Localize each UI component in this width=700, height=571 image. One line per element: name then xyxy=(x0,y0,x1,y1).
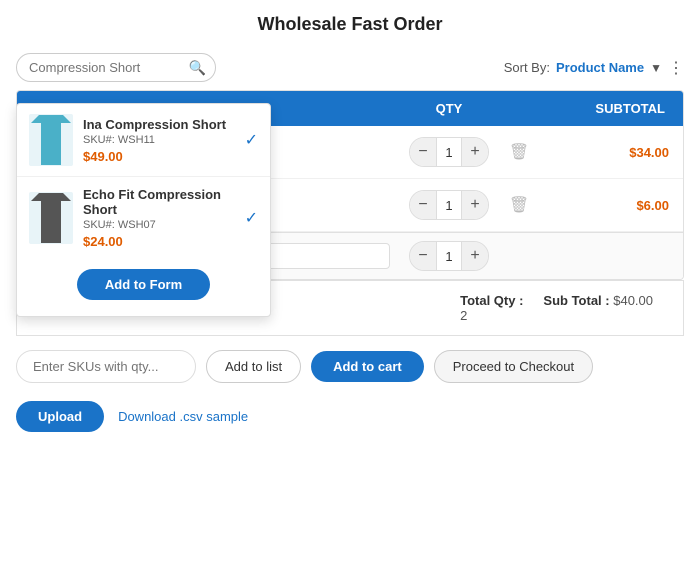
dropdown-check-ina: ✓ xyxy=(245,130,258,150)
dropdown-check-echo: ✓ xyxy=(245,208,258,228)
subtotal-label: Sub Total : xyxy=(543,293,609,308)
dropdown-item-name-ina: Ina Compression Short xyxy=(83,117,235,132)
qty-decrease-1[interactable]: − xyxy=(410,138,436,166)
search-icon: 🔍 xyxy=(189,59,206,76)
qty-value-new: 1 xyxy=(436,242,462,270)
dropdown-item-ina[interactable]: Ina Compression Short SKU#: WSH11 $49.00… xyxy=(17,104,270,177)
dropdown-item-info-ina: Ina Compression Short SKU#: WSH11 $49.00 xyxy=(83,117,235,164)
totals: Total Qty : 2 Sub Total : $40.00 xyxy=(460,293,653,323)
product-search-input[interactable] xyxy=(16,53,216,82)
col-qty: QTY xyxy=(409,101,489,116)
dropdown-item-price-ina: $49.00 xyxy=(83,149,235,164)
sort-value[interactable]: Product Name xyxy=(556,60,644,75)
qty-decrease-2[interactable]: − xyxy=(410,191,436,219)
delete-row-2[interactable]: 🗑 xyxy=(489,195,549,215)
total-qty-label: Total Qty : xyxy=(460,293,523,308)
col-delete xyxy=(489,101,549,116)
chevron-down-icon[interactable]: ▼ xyxy=(650,61,662,75)
filter-icon[interactable]: ⋮ xyxy=(668,58,684,78)
qty-stepper-2: − 1 + xyxy=(409,190,489,220)
sku-input[interactable] xyxy=(16,350,196,383)
qty-increase-new[interactable]: + xyxy=(462,242,488,270)
top-bar: 🔍 Ina Compression Short SKU#: WSH11 $49.… xyxy=(0,45,700,90)
dropdown-item-echo[interactable]: Echo Fit Compression Short SKU#: WSH07 $… xyxy=(17,177,270,259)
qty-decrease-new[interactable]: − xyxy=(410,242,436,270)
qty-increase-1[interactable]: + xyxy=(462,138,488,166)
search-dropdown: Ina Compression Short SKU#: WSH11 $49.00… xyxy=(16,103,271,317)
dropdown-item-info-echo: Echo Fit Compression Short SKU#: WSH07 $… xyxy=(83,187,235,249)
dropdown-item-price-echo: $24.00 xyxy=(83,234,235,249)
download-csv-link[interactable]: Download .csv sample xyxy=(118,409,248,424)
proceed-to-checkout-button[interactable]: Proceed to Checkout xyxy=(434,350,593,383)
product-thumbnail-echo xyxy=(29,192,73,244)
qty-value-2: 1 xyxy=(436,191,462,219)
page-title: Wholesale Fast Order xyxy=(0,0,700,45)
sort-bar: Sort By: Product Name ▼ ⋮ xyxy=(504,58,684,78)
dropdown-item-sku-echo: SKU#: WSH07 xyxy=(83,219,235,231)
qty-stepper-new: − 1 + xyxy=(409,241,489,271)
subtotal-total: Sub Total : $40.00 xyxy=(543,293,653,323)
add-to-form-button[interactable]: Add to Form xyxy=(77,269,210,300)
qty-stepper-1: − 1 + xyxy=(409,137,489,167)
add-to-cart-button[interactable]: Add to cart xyxy=(311,351,424,382)
qty-value-1: 1 xyxy=(436,138,462,166)
upload-button[interactable]: Upload xyxy=(16,401,104,432)
product-search-wrapper: 🔍 xyxy=(16,53,216,82)
product-thumbnail-ina xyxy=(29,114,73,166)
dropdown-item-name-echo: Echo Fit Compression Short xyxy=(83,187,235,217)
delete-row-1[interactable]: 🗑 xyxy=(489,142,549,162)
bottom-actions: Add to list Add to cart Proceed to Check… xyxy=(0,336,700,397)
dropdown-item-sku-ina: SKU#: WSH11 xyxy=(83,134,235,146)
upload-row: Upload Download .csv sample xyxy=(0,397,700,446)
qty-increase-2[interactable]: + xyxy=(462,191,488,219)
subtotal-1: $34.00 xyxy=(549,145,669,160)
col-subtotal: SUBTOTAL xyxy=(549,101,669,116)
total-qty-value: 2 xyxy=(460,308,467,323)
subtotal-value: $40.00 xyxy=(613,293,653,308)
add-to-list-button[interactable]: Add to list xyxy=(206,350,301,383)
total-qty: Total Qty : 2 xyxy=(460,293,523,323)
sort-label: Sort By: xyxy=(504,60,550,75)
subtotal-2: $6.00 xyxy=(549,198,669,213)
